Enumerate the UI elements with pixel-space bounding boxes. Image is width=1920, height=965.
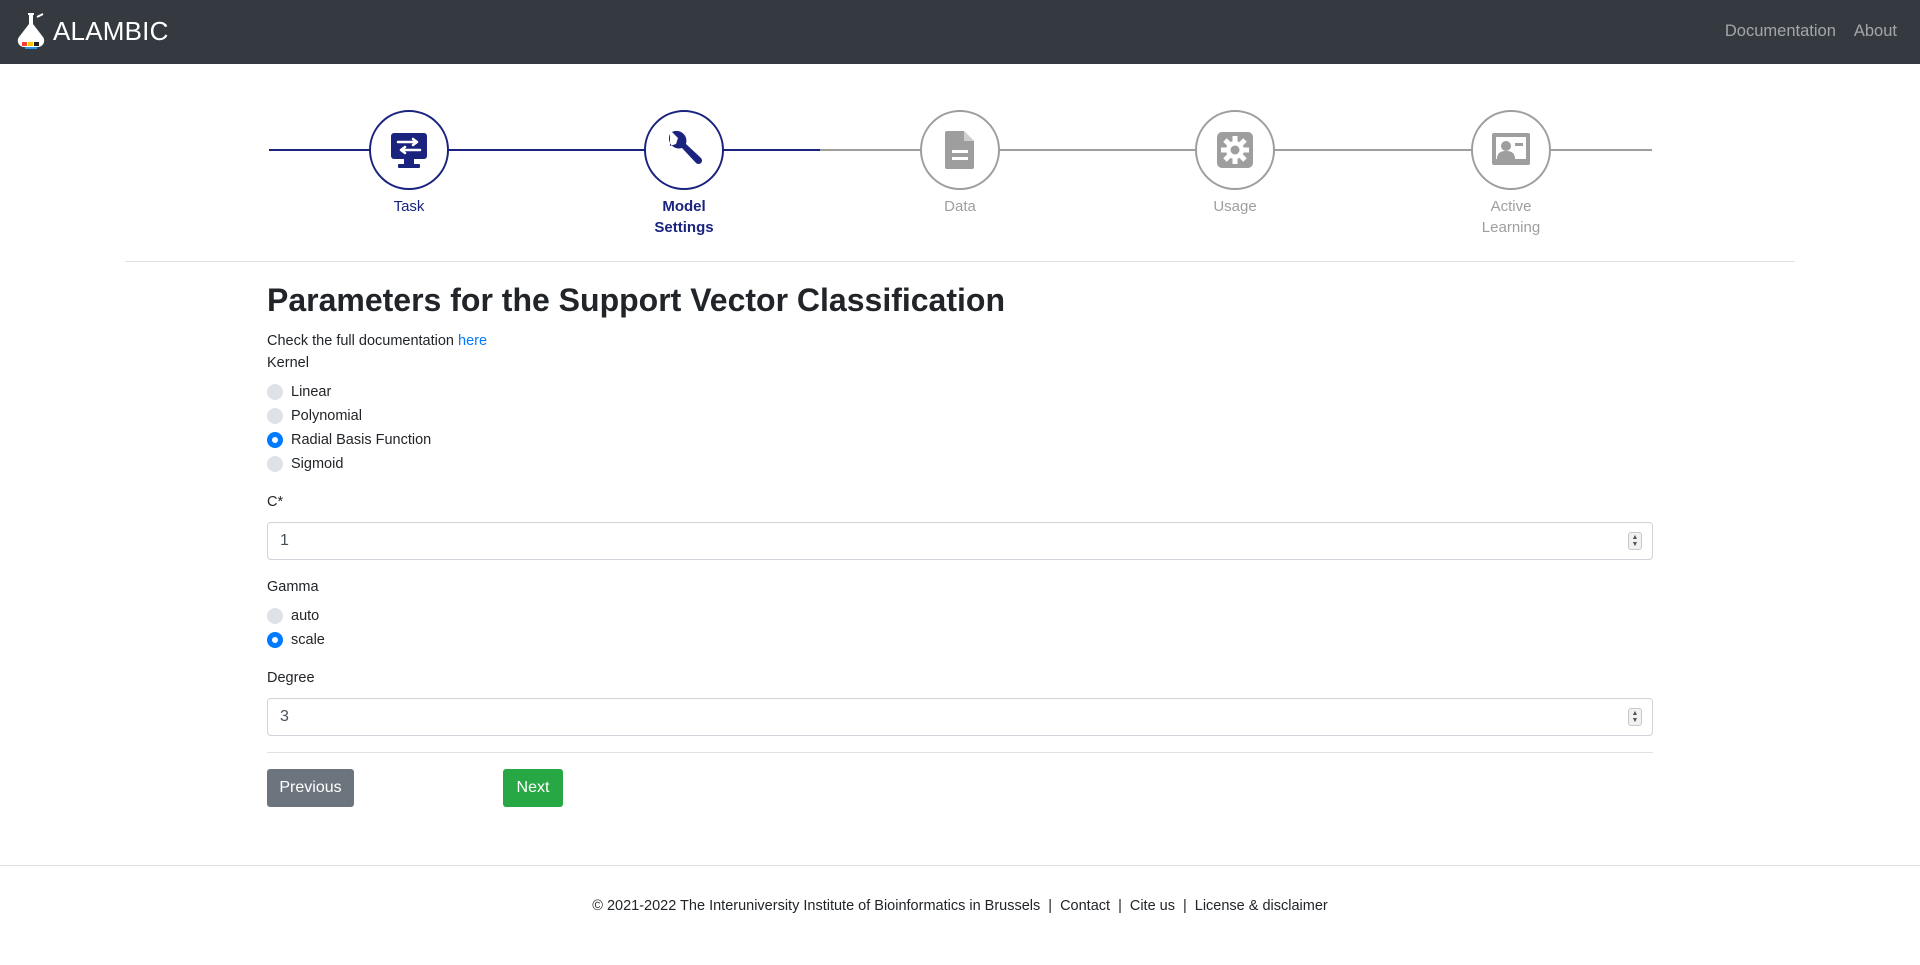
monitor-settings-icon [391, 133, 427, 168]
step-task-label: Task [393, 198, 425, 215]
degree-input-wrapper: ▲ ▼ [267, 698, 1653, 736]
gamma-radio-group: auto scale [267, 604, 1653, 652]
kernel-option-linear[interactable]: Linear [267, 380, 1653, 404]
kernel-option-sigmoid[interactable]: Sigmoid [267, 452, 1653, 476]
radio-button[interactable] [267, 384, 283, 400]
documentation-line: Check the full documentation here [267, 332, 1653, 350]
degree-input[interactable] [268, 699, 1652, 735]
step-active-learning[interactable]: Active Learning [1431, 108, 1591, 238]
step-model-settings-circle [644, 110, 724, 190]
step-active-learning-label: Active Learning [1481, 198, 1541, 236]
footer-contact-link[interactable]: Contact [1060, 898, 1110, 914]
radio-button[interactable] [267, 408, 283, 424]
document-icon [945, 131, 974, 169]
kernel-option-polynomial[interactable]: Polynomial [267, 404, 1653, 428]
progress-stepper: Task Model Settings Data Usage Active Le… [269, 108, 1652, 238]
gamma-option-auto[interactable]: auto [267, 604, 1653, 628]
spinner-up-icon[interactable]: ▲ [1632, 534, 1639, 541]
brand-name: ALAMBIC [53, 15, 169, 46]
step-data-label: Data [944, 198, 976, 215]
nav-links: Documentation About [1725, 22, 1897, 41]
step-usage[interactable]: Usage [1155, 108, 1315, 217]
step-active-learning-circle [1471, 110, 1551, 190]
step-data[interactable]: Data [880, 108, 1040, 217]
radio-button[interactable] [267, 608, 283, 624]
c-input[interactable] [268, 523, 1652, 559]
brand-link[interactable]: ALAMBIC [15, 11, 169, 51]
radio-label: Linear [291, 384, 332, 400]
step-task[interactable]: Task [329, 108, 489, 217]
next-button[interactable]: Next [503, 769, 563, 807]
footer-separator: | [1118, 898, 1122, 914]
footer: © 2021-2022 The Interuniversity Institut… [0, 898, 1920, 914]
radio-label: scale [291, 632, 325, 648]
spinner-up-icon[interactable]: ▲ [1632, 710, 1639, 717]
step-task-circle [369, 110, 449, 190]
footer-separator: | [1048, 898, 1053, 914]
flask-logo-icon [17, 13, 45, 49]
previous-button[interactable]: Previous [267, 769, 354, 807]
step-usage-circle [1195, 110, 1275, 190]
gear-icon [1217, 132, 1253, 168]
footer-divider [0, 865, 1920, 866]
radio-button-selected[interactable] [267, 632, 283, 648]
step-usage-label: Usage [1213, 198, 1257, 215]
stepper-divider [125, 261, 1795, 262]
degree-label: Degree [267, 670, 315, 686]
step-model-settings[interactable]: Model Settings [604, 108, 764, 238]
gamma-option-scale[interactable]: scale [267, 628, 1653, 652]
nav-documentation-link[interactable]: Documentation [1725, 22, 1836, 41]
spinner-down-icon[interactable]: ▼ [1632, 717, 1639, 724]
form-actions: Previous Next [267, 753, 1653, 813]
degree-stepper-spinner[interactable]: ▲ ▼ [1628, 708, 1642, 726]
c-label: C* [267, 494, 284, 510]
c-stepper-spinner[interactable]: ▲ ▼ [1628, 532, 1642, 550]
documentation-text: Check the full documentation [267, 333, 459, 349]
radio-button[interactable] [267, 456, 283, 472]
footer-separator: | [1182, 898, 1187, 914]
footer-license-link[interactable]: License & disclaimer [1195, 898, 1328, 914]
footer-copyright: © 2021-2022 The Interuniversity Institut… [592, 898, 1041, 914]
radio-label: auto [291, 608, 320, 624]
kernel-label: Kernel [267, 355, 309, 371]
page-title: Parameters for the Support Vector Classi… [267, 282, 1005, 318]
kernel-radio-group: Linear Polynomial Radial Basis Function … [267, 380, 1653, 476]
wrench-icon [668, 130, 703, 165]
radio-label: Radial Basis Function [291, 432, 432, 448]
footer-cite-link[interactable]: Cite us [1130, 898, 1175, 914]
spinner-down-icon[interactable]: ▼ [1632, 541, 1639, 548]
radio-label: Sigmoid [291, 456, 344, 472]
gamma-label: Gamma [267, 579, 319, 595]
documentation-link[interactable]: here [458, 333, 487, 349]
kernel-option-rbf[interactable]: Radial Basis Function [267, 428, 1653, 452]
step-model-settings-label: Model Settings [654, 198, 714, 236]
radio-label: Polynomial [291, 408, 362, 424]
step-data-circle [920, 110, 1000, 190]
nav-about-link[interactable]: About [1854, 22, 1897, 41]
teacher-icon [1492, 133, 1530, 165]
c-input-wrapper: ▲ ▼ [267, 522, 1653, 560]
svc-parameters-form: Parameters for the Support Vector Classi… [267, 278, 1653, 813]
radio-button-selected[interactable] [267, 432, 283, 448]
top-navbar: ALAMBIC Documentation About [0, 0, 1920, 64]
